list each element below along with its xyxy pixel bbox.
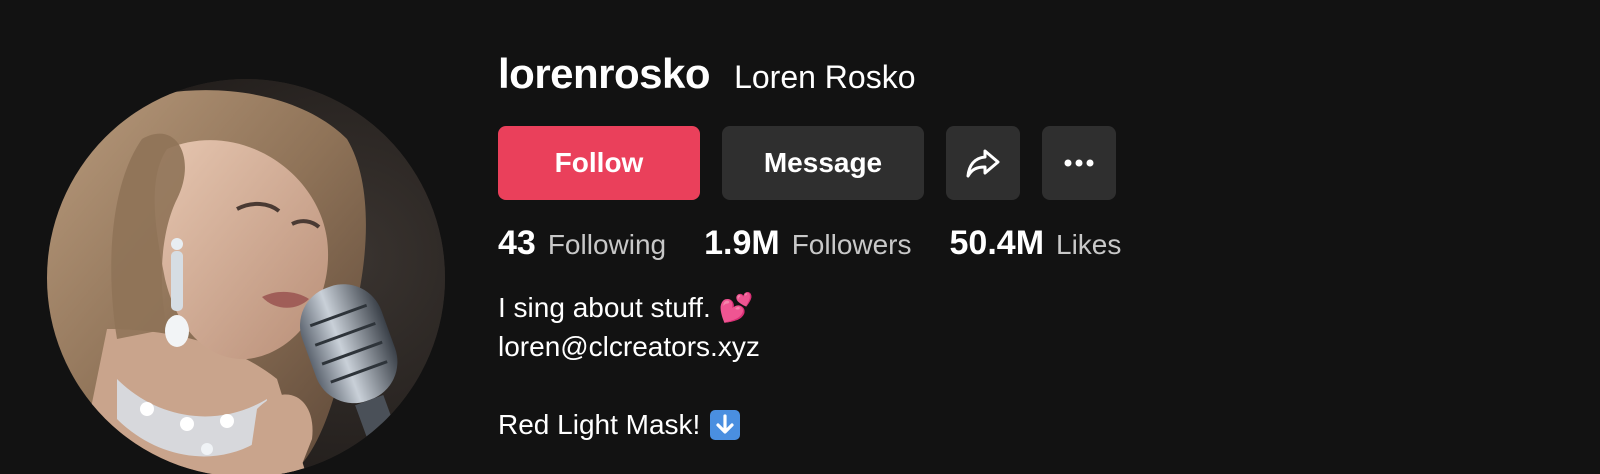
more-icon [1064,159,1094,167]
avatar[interactable] [47,79,445,474]
bio-line: I sing about stuff. 💕 [498,288,760,327]
down-arrow-icon [710,409,741,440]
stat-likes: 50.4M Likes [950,224,1122,263]
share-button[interactable] [946,126,1020,200]
profile-info: lorenrosko Loren Rosko Follow Message 43… [498,0,1558,474]
stat-followers[interactable]: 1.9M Followers [704,224,911,263]
username: lorenrosko [498,50,711,97]
bio-text: I sing about stuff. [498,292,711,323]
bio: I sing about stuff. 💕 loren@clcreators.x… [498,288,760,444]
follow-button[interactable]: Follow [498,126,700,200]
followers-label: Followers [791,229,912,260]
hearts-emoji: 💕 [718,291,754,324]
following-count: 43 [498,224,536,262]
bio-line: Red Light Mask! [498,405,760,444]
nickname: Loren Rosko [734,59,916,95]
followers-count: 1.9M [704,224,780,262]
more-button[interactable] [1042,126,1116,200]
bio-line: loren@clcreators.xyz [498,327,760,366]
action-buttons: Follow Message [498,126,1116,200]
profile-names: lorenrosko Loren Rosko [498,50,916,98]
bio-email: loren@clcreators.xyz [498,331,760,362]
likes-label: Likes [1056,229,1122,260]
following-label: Following [547,229,667,260]
profile-stats: 43 Following 1.9M Followers 50.4M Likes [498,224,1159,263]
stat-following[interactable]: 43 Following [498,224,666,263]
bio-spacer [498,366,760,405]
share-icon [966,149,1000,178]
profile-header: lorenrosko Loren Rosko Follow Message 43… [0,0,1600,474]
message-button[interactable]: Message [722,126,924,200]
likes-count: 50.4M [949,224,1045,262]
bio-text: Red Light Mask! [498,409,701,440]
avatar-image [47,79,445,474]
